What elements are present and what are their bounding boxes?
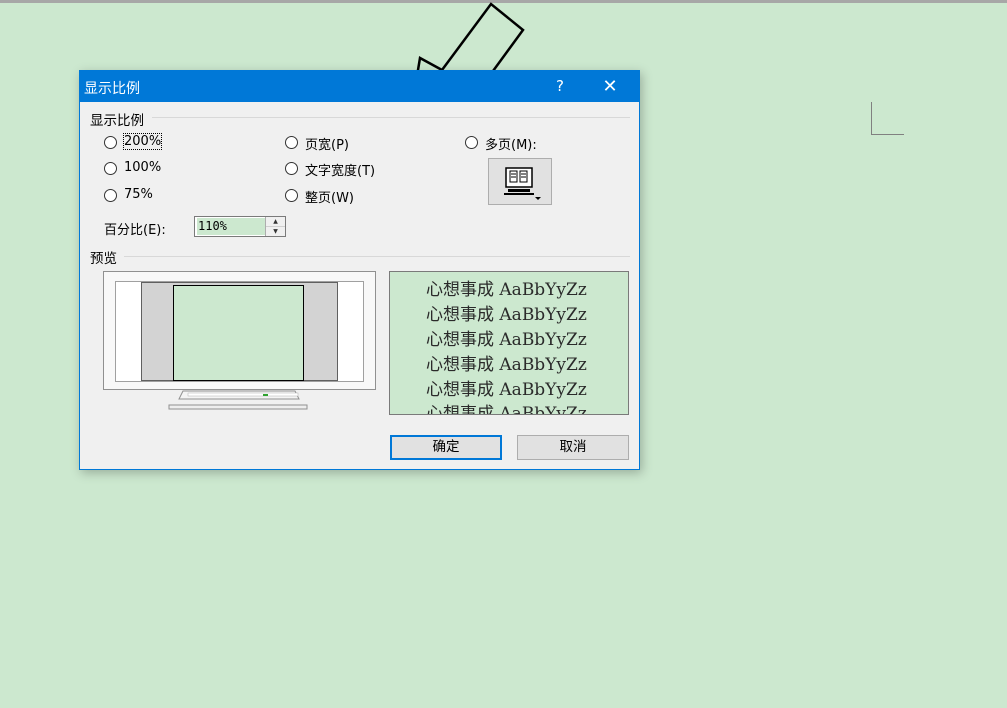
dialog-titlebar[interactable]: 显示比例 ? ✕ bbox=[80, 71, 639, 102]
radio-page-width-label: 页宽(P) bbox=[305, 138, 349, 153]
sample-text-line: 心想事成 AaBbYyZz bbox=[426, 355, 587, 375]
sample-text-line: 心想事成 AaBbYyZz bbox=[426, 380, 587, 400]
close-button[interactable]: ✕ bbox=[590, 71, 630, 102]
zoom-group-label: 显示比例 bbox=[90, 113, 144, 129]
radio-many-pages-label: 多页(M): bbox=[485, 138, 537, 153]
cancel-button[interactable]: 取消 bbox=[517, 435, 629, 460]
sample-text-line: 心想事成 AaBbYyZz bbox=[426, 404, 587, 415]
radio-circle[interactable] bbox=[285, 189, 298, 202]
sample-text-line: 心想事成 AaBbYyZz bbox=[426, 305, 587, 325]
preview-group-divider bbox=[124, 256, 630, 257]
radio-100-label: 100% bbox=[124, 160, 162, 175]
spin-up-arrow-icon[interactable]: ▲ bbox=[266, 217, 285, 227]
radio-circle[interactable] bbox=[104, 136, 117, 149]
zoom-dialog: 显示比例 ? ✕ 显示比例 200% 100% 75% 页宽(P) 文字宽度(T… bbox=[79, 70, 640, 470]
radio-75-label: 75% bbox=[124, 187, 153, 202]
preview-group-label: 预览 bbox=[90, 251, 117, 267]
spin-buttons: ▲ ▼ bbox=[265, 217, 285, 236]
radio-whole-page-label: 整页(W) bbox=[305, 191, 354, 206]
radio-circle[interactable] bbox=[104, 162, 117, 175]
monitor-preview-icon bbox=[103, 271, 376, 410]
radio-200-label: 200% bbox=[122, 133, 163, 150]
font-sample-preview: 心想事成 AaBbYyZz 心想事成 AaBbYyZz 心想事成 AaBbYyZ… bbox=[389, 271, 629, 415]
ok-button[interactable]: 确定 bbox=[390, 435, 502, 460]
percent-spinbox[interactable]: 110% ▲ ▼ bbox=[194, 216, 286, 237]
sample-text-line: 心想事成 AaBbYyZz bbox=[426, 280, 587, 300]
radio-circle[interactable] bbox=[104, 189, 117, 202]
dialog-title: 显示比例 bbox=[84, 81, 140, 97]
radio-circle[interactable] bbox=[465, 136, 478, 149]
many-pages-picker-button[interactable] bbox=[488, 158, 552, 205]
radio-circle[interactable] bbox=[285, 136, 298, 149]
help-button[interactable]: ? bbox=[540, 71, 580, 102]
radio-text-width-label: 文字宽度(T) bbox=[305, 164, 376, 179]
percent-input[interactable]: 110% bbox=[197, 218, 266, 235]
sample-text-line: 心想事成 AaBbYyZz bbox=[426, 330, 587, 350]
radio-circle[interactable] bbox=[285, 162, 298, 175]
percent-label: 百分比(E): bbox=[104, 223, 166, 238]
monitor-pages-icon bbox=[504, 167, 541, 200]
spin-down-arrow-icon[interactable]: ▼ bbox=[266, 227, 285, 236]
zoom-group-divider bbox=[152, 117, 630, 118]
